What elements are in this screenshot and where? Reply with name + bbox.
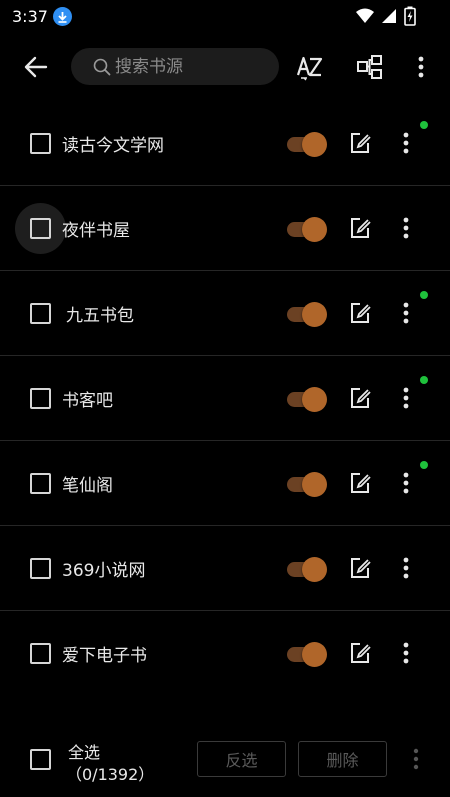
invert-selection-button[interactable]: 反选: [197, 741, 286, 777]
edit-icon[interactable]: [349, 132, 371, 154]
source-name: 爱下电子书: [62, 646, 147, 666]
select-all-checkbox[interactable]: [30, 749, 51, 770]
source-name: 笔仙阁: [62, 476, 113, 496]
enable-toggle[interactable]: [287, 641, 329, 667]
selection-count: （0/1392）: [66, 765, 155, 784]
list-item[interactable]: 笔仙阁: [0, 441, 450, 526]
enable-toggle[interactable]: [287, 216, 329, 242]
update-dot: [420, 376, 428, 384]
back-arrow-icon[interactable]: [22, 53, 50, 81]
source-name: 369小说网: [62, 561, 146, 581]
more-options-icon[interactable]: [395, 130, 417, 156]
toolbar: [0, 33, 450, 101]
item-checkbox[interactable]: [30, 218, 51, 239]
overflow-menu-icon[interactable]: [407, 53, 435, 81]
sort-az-icon[interactable]: [296, 53, 324, 81]
search-icon: [93, 58, 111, 76]
more-options-icon[interactable]: [405, 746, 427, 772]
list-item[interactable]: 夜伴书屋: [0, 186, 450, 271]
source-name: 书客吧: [62, 391, 113, 411]
search-input[interactable]: [115, 54, 265, 79]
edit-icon[interactable]: [349, 387, 371, 409]
list-item[interactable]: 读古今文学网: [0, 101, 450, 186]
item-checkbox[interactable]: [30, 303, 51, 324]
source-list: 读古今文学网 夜伴书屋 九五书包 书客吧 笔仙阁 369小说网 爱下电子书: [0, 101, 450, 696]
edit-icon[interactable]: [349, 217, 371, 239]
bottom-action-bar: 全选 （0/1392） 反选 删除: [0, 722, 450, 797]
battery-icon: [404, 6, 416, 30]
more-options-icon[interactable]: [395, 470, 417, 496]
search-box[interactable]: [71, 48, 279, 85]
enable-toggle[interactable]: [287, 301, 329, 327]
list-item[interactable]: 369小说网: [0, 526, 450, 611]
update-dot: [420, 291, 428, 299]
enable-toggle[interactable]: [287, 131, 329, 157]
list-item[interactable]: 书客吧: [0, 356, 450, 441]
wifi-icon: [356, 8, 374, 28]
edit-icon[interactable]: [349, 472, 371, 494]
status-time: 3:37: [12, 7, 48, 26]
more-options-icon[interactable]: [395, 300, 417, 326]
source-name: 九五书包: [66, 306, 134, 326]
edit-icon[interactable]: [349, 302, 371, 324]
list-item[interactable]: 九五书包: [0, 271, 450, 356]
list-item[interactable]: 爱下电子书: [0, 611, 450, 696]
enable-toggle[interactable]: [287, 386, 329, 412]
enable-toggle[interactable]: [287, 471, 329, 497]
item-checkbox[interactable]: [30, 388, 51, 409]
more-options-icon[interactable]: [395, 215, 417, 241]
status-bar: 3:37: [0, 0, 450, 33]
more-options-icon[interactable]: [395, 555, 417, 581]
item-checkbox[interactable]: [30, 558, 51, 579]
delete-button[interactable]: 删除: [298, 741, 387, 777]
update-dot: [420, 121, 428, 129]
edit-icon[interactable]: [349, 642, 371, 664]
signal-icon: [381, 8, 397, 28]
item-checkbox[interactable]: [30, 133, 51, 154]
item-checkbox[interactable]: [30, 473, 51, 494]
enable-toggle[interactable]: [287, 556, 329, 582]
update-dot: [420, 461, 428, 469]
source-name: 夜伴书屋: [62, 221, 130, 241]
edit-icon[interactable]: [349, 557, 371, 579]
item-checkbox[interactable]: [30, 643, 51, 664]
select-all-label[interactable]: 全选: [68, 739, 100, 763]
source-name: 读古今文学网: [62, 136, 164, 156]
more-options-icon[interactable]: [395, 385, 417, 411]
download-icon: [53, 7, 72, 26]
group-icon[interactable]: [356, 53, 384, 81]
more-options-icon[interactable]: [395, 640, 417, 666]
